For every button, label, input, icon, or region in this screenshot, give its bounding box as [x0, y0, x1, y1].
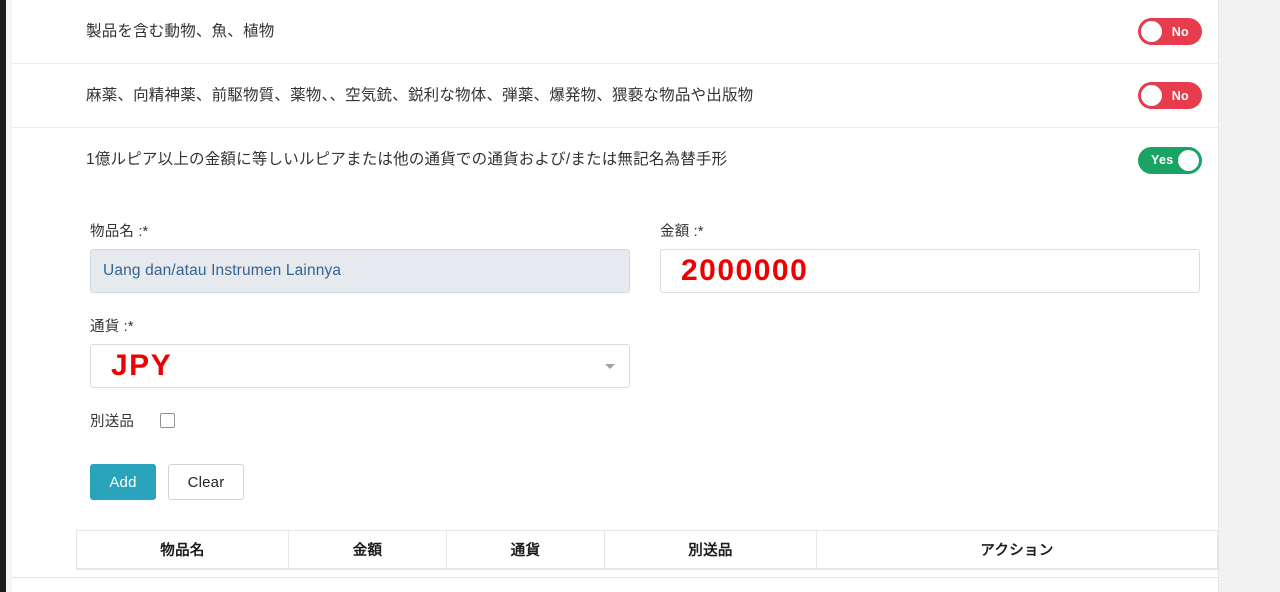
page-bottom-padding — [12, 578, 1224, 592]
form-row-1: 物品名 :* Uang dan/atau Instrumen Lainnya 金… — [90, 220, 1202, 293]
column-header-amount: 金額 — [288, 530, 447, 569]
form-spacer — [90, 293, 1202, 315]
question-text: 1億ルピア以上の金額に等しいルピアまたは他の通貨での通貨および/または無記名為替… — [86, 151, 728, 169]
declared-items-table: 物品名 金額 通貨 別送品 アクション — [76, 530, 1218, 570]
table-header-row: 物品名 金額 通貨 別送品 アクション — [76, 530, 1218, 569]
toggle-animals-fish-plants[interactable]: No — [1138, 18, 1202, 45]
chevron-down-icon — [605, 364, 615, 369]
table-cell — [604, 568, 817, 570]
item-name-value: Uang dan/atau Instrumen Lainnya — [103, 262, 342, 279]
table-cell — [446, 568, 605, 570]
form-actions: Add Clear — [90, 464, 1202, 500]
form-row-2: 通貨 :* JPY — [90, 315, 1202, 388]
toggle-knob — [1141, 85, 1162, 106]
separate-shipment-row: 別送品 — [90, 410, 1202, 431]
add-button[interactable]: Add — [90, 464, 156, 500]
separate-shipment-checkbox[interactable] — [160, 413, 176, 428]
toggle-label: No — [1171, 88, 1189, 103]
currency-value: JPY — [111, 349, 173, 382]
column-header-separate-shipment: 別送品 — [604, 530, 817, 569]
table-cell — [76, 568, 289, 570]
form-empty-cell — [660, 315, 1200, 388]
question-text: 麻薬、向精神薬、前駆物質、薬物、、空気銃、鋭利な物体、弾薬、爆発物、猥褻な物品や… — [86, 86, 754, 104]
application-frame: 製品を含む動物、魚、植物 No 麻薬、向精神薬、前駆物質、薬物、、空気銃、鋭利な… — [0, 0, 1280, 592]
prohibited-goods-questions: 製品を含む動物、魚、植物 No 麻薬、向精神薬、前駆物質、薬物、、空気銃、鋭利な… — [12, 0, 1224, 192]
toggle-narcotics-weapons[interactable]: No — [1138, 82, 1202, 109]
table-row-empty — [76, 568, 1218, 570]
currency-select[interactable]: JPY — [90, 344, 630, 388]
toggle-label: No — [1171, 24, 1189, 39]
item-name-label: 物品名 :* — [90, 224, 149, 240]
separate-shipment-label: 別送品 — [90, 414, 135, 430]
item-name-input[interactable]: Uang dan/atau Instrumen Lainnya — [90, 249, 630, 293]
question-row: 麻薬、向精神薬、前駆物質、薬物、、空気銃、鋭利な物体、弾薬、爆発物、猥褻な物品や… — [12, 64, 1224, 128]
clear-button[interactable]: Clear — [168, 464, 244, 500]
column-header-item-name: 物品名 — [76, 530, 289, 569]
currency-field-group: 通貨 :* JPY — [90, 315, 630, 388]
page-right-gutter — [1218, 0, 1280, 592]
currency-detail-form: 物品名 :* Uang dan/atau Instrumen Lainnya 金… — [12, 192, 1224, 570]
column-header-action: アクション — [816, 530, 1218, 569]
question-text: 製品を含む動物、魚、植物 — [86, 22, 275, 40]
table-cell — [288, 568, 447, 570]
amount-field-group: 金額 :* 2000000 — [660, 220, 1200, 293]
toggle-knob — [1178, 149, 1199, 171]
amount-input[interactable]: 2000000 — [660, 249, 1200, 293]
item-name-field-group: 物品名 :* Uang dan/atau Instrumen Lainnya — [90, 220, 630, 293]
question-row: 1億ルピア以上の金額に等しいルピアまたは他の通貨での通貨および/または無記名為替… — [12, 128, 1224, 192]
page-content: 製品を含む動物、魚、植物 No 麻薬、向精神薬、前駆物質、薬物、、空気銃、鋭利な… — [12, 0, 1224, 578]
table-cell — [816, 568, 1218, 570]
toggle-currency-over-100m[interactable]: Yes — [1138, 146, 1202, 174]
toggle-knob — [1141, 21, 1162, 42]
amount-label: 金額 :* — [660, 224, 704, 240]
question-row: 製品を含む動物、魚、植物 No — [12, 0, 1224, 64]
table-body — [76, 568, 1218, 570]
column-header-currency: 通貨 — [446, 530, 605, 569]
currency-label: 通貨 :* — [90, 319, 134, 335]
amount-value: 2000000 — [681, 254, 809, 287]
